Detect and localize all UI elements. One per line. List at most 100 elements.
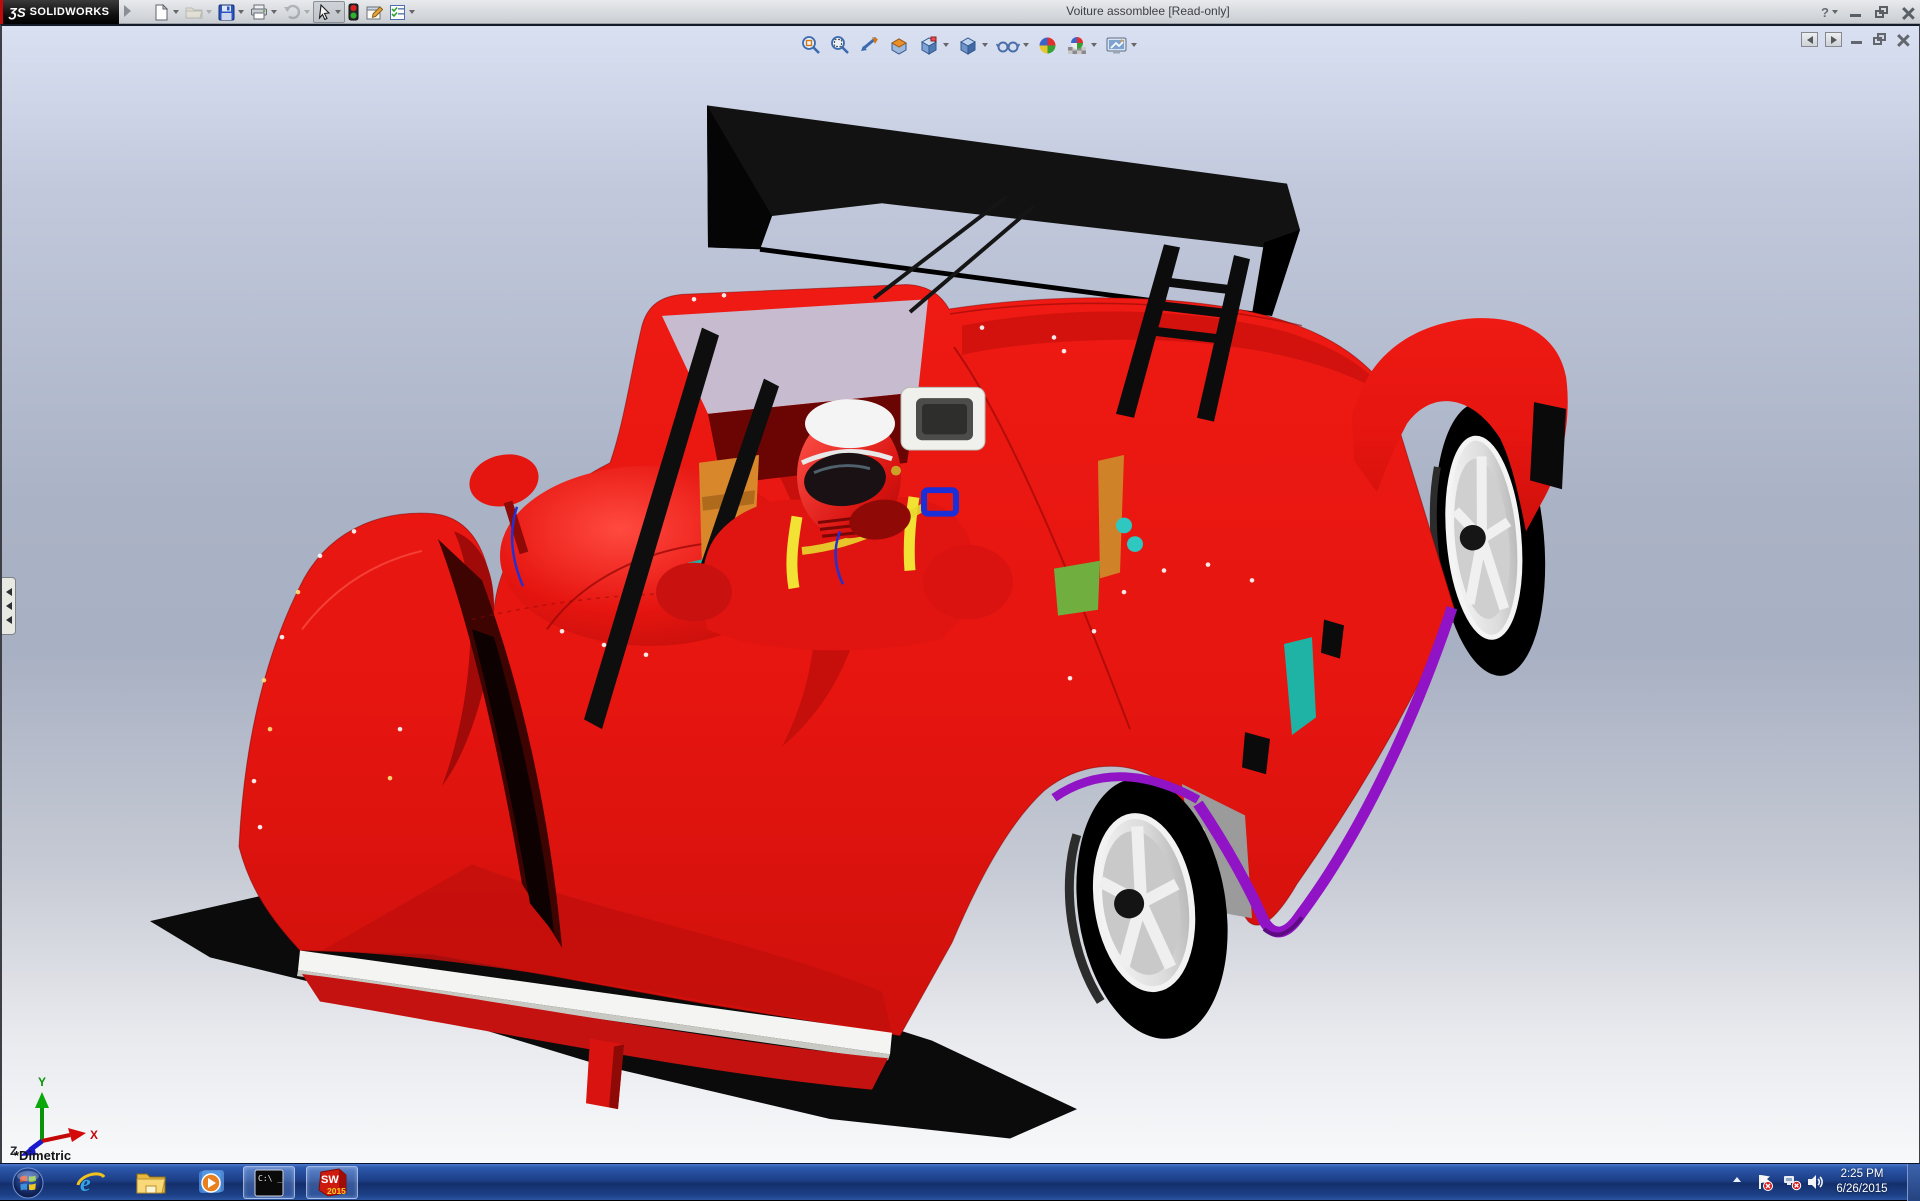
restore-button[interactable]	[1874, 6, 1890, 19]
speaker-icon	[1806, 1173, 1824, 1191]
triad-x-label: X	[90, 1128, 98, 1142]
collapse-pane-left-button[interactable]	[1801, 32, 1818, 47]
taskbar: e C:\ _ SW 2015	[0, 1163, 1920, 1200]
select-tool-button[interactable]	[313, 1, 345, 23]
graphics-viewport[interactable]: Y X Z *Dimetric	[0, 24, 1920, 1163]
checklist-icon	[389, 4, 406, 21]
notepad-icon	[365, 4, 383, 21]
windows-start-icon	[12, 1167, 44, 1199]
new-document-button[interactable]	[150, 1, 182, 23]
network-status-button[interactable]	[1782, 1173, 1802, 1196]
save-button[interactable]	[215, 1, 247, 23]
close-button[interactable]	[1900, 6, 1916, 19]
new-document-icon	[153, 4, 170, 21]
view-orientation-label: *Dimetric	[14, 1148, 71, 1163]
help-icon: ?	[1821, 5, 1829, 20]
svg-text:SW: SW	[321, 1174, 339, 1186]
eyeglasses-icon	[996, 35, 1020, 56]
internet-explorer-icon: e	[76, 1168, 106, 1198]
chevron-up-icon	[1730, 1173, 1744, 1187]
display-style-button[interactable]	[953, 32, 992, 58]
appearance-ball-icon	[1037, 35, 1058, 56]
save-floppy-icon	[218, 4, 235, 21]
zoom-to-area-icon	[829, 35, 850, 56]
select-cursor-icon	[317, 4, 332, 20]
rear-mudflap	[1530, 402, 1566, 489]
help-button[interactable]: ?	[1821, 5, 1838, 20]
view-orientation-icon	[918, 35, 940, 56]
minimize-icon	[1851, 41, 1862, 44]
network-disconnected-icon	[1782, 1173, 1802, 1191]
open-document-button[interactable]	[182, 1, 215, 23]
collapse-pane-right-button[interactable]	[1825, 32, 1842, 47]
svg-text:C:\ _: C:\ _	[258, 1174, 282, 1183]
main-toolbar	[150, 1, 418, 23]
document-restore-button[interactable]	[1872, 33, 1888, 46]
print-button[interactable]	[247, 1, 280, 23]
show-desktop-button[interactable]	[1907, 1164, 1920, 1201]
svg-text:2015: 2015	[327, 1186, 346, 1196]
view-settings-button[interactable]	[1101, 32, 1141, 58]
command-prompt-icon: C:\ _	[254, 1169, 284, 1197]
action-center-button[interactable]	[1756, 1173, 1774, 1196]
menu-expand-icon[interactable]	[124, 5, 131, 17]
minimize-icon	[1850, 14, 1861, 17]
title-bar: ƷS SOLIDWORKS	[0, 0, 1920, 24]
orientation-triad: Y X Z	[2, 1056, 112, 1156]
zoom-to-fit-button[interactable]	[796, 32, 825, 58]
undo-button[interactable]	[280, 1, 313, 23]
clock-time: 2:25 PM	[1826, 1167, 1898, 1182]
section-view-icon	[888, 35, 910, 56]
solidworks-logo-icon: ƷS	[9, 5, 26, 20]
solidworks-logo-text: SOLIDWORKS	[30, 6, 110, 18]
document-close-button[interactable]	[1895, 33, 1911, 46]
hide-show-items-button[interactable]	[992, 32, 1033, 58]
options-button[interactable]	[362, 1, 386, 23]
taskbar-internet-explorer[interactable]: e	[70, 1166, 112, 1199]
zoom-to-area-button[interactable]	[825, 32, 854, 58]
traffic-light-icon	[348, 3, 359, 21]
view-orientation-button[interactable]	[914, 32, 953, 58]
previous-view-icon	[858, 35, 880, 56]
solidworks-2015-icon: SW 2015	[315, 1167, 349, 1198]
printer-icon	[250, 4, 268, 20]
edit-appearance-button[interactable]	[1033, 32, 1062, 58]
taskbar-solidworks[interactable]: SW 2015	[306, 1166, 358, 1199]
rearview-mirror	[901, 387, 985, 450]
taskbar-media-player[interactable]	[190, 1166, 232, 1199]
taskbar-file-explorer[interactable]	[130, 1166, 172, 1199]
media-player-icon	[196, 1168, 226, 1198]
volume-button[interactable]	[1806, 1173, 1824, 1196]
solidworks-logo[interactable]: ƷS SOLIDWORKS	[3, 0, 119, 24]
apply-scene-icon	[1066, 35, 1088, 56]
model-voiture-assemblee[interactable]	[2, 26, 1920, 1163]
section-view-button[interactable]	[884, 32, 914, 58]
tray-clock[interactable]: 2:25 PM 6/26/2015	[1826, 1167, 1898, 1197]
document-window-controls	[1801, 32, 1911, 47]
rebuild-button[interactable]	[345, 1, 362, 23]
flag-error-icon	[1756, 1173, 1774, 1191]
open-folder-icon	[185, 4, 203, 20]
view-settings-icon	[1105, 35, 1128, 56]
folder-icon	[135, 1169, 167, 1197]
feature-tree-flyout-tab[interactable]	[2, 577, 16, 635]
design-checker-button[interactable]	[386, 1, 418, 23]
triad-y-label: Y	[38, 1075, 46, 1089]
minimize-button[interactable]	[1848, 6, 1864, 19]
previous-view-button[interactable]	[854, 32, 884, 58]
taskbar-command-prompt[interactable]: C:\ _	[243, 1166, 295, 1199]
start-button[interactable]	[8, 1166, 48, 1199]
flyout-arrow-icon	[6, 588, 12, 596]
document-minimize-button[interactable]	[1849, 33, 1865, 46]
collapse-left-icon	[1807, 36, 1813, 44]
window-title: Voiture assomblee [Read-only]	[1066, 4, 1229, 18]
display-style-icon	[957, 35, 979, 56]
clock-date: 6/26/2015	[1826, 1182, 1898, 1197]
undo-arrow-icon	[283, 4, 301, 20]
zoom-to-fit-icon	[800, 35, 821, 56]
apply-scene-button[interactable]	[1062, 32, 1101, 58]
heads-up-toolbar	[796, 32, 1141, 58]
collapse-right-icon	[1831, 36, 1837, 44]
show-hidden-icons-button[interactable]	[1730, 1173, 1744, 1192]
window-controls: ?	[1821, 0, 1916, 24]
